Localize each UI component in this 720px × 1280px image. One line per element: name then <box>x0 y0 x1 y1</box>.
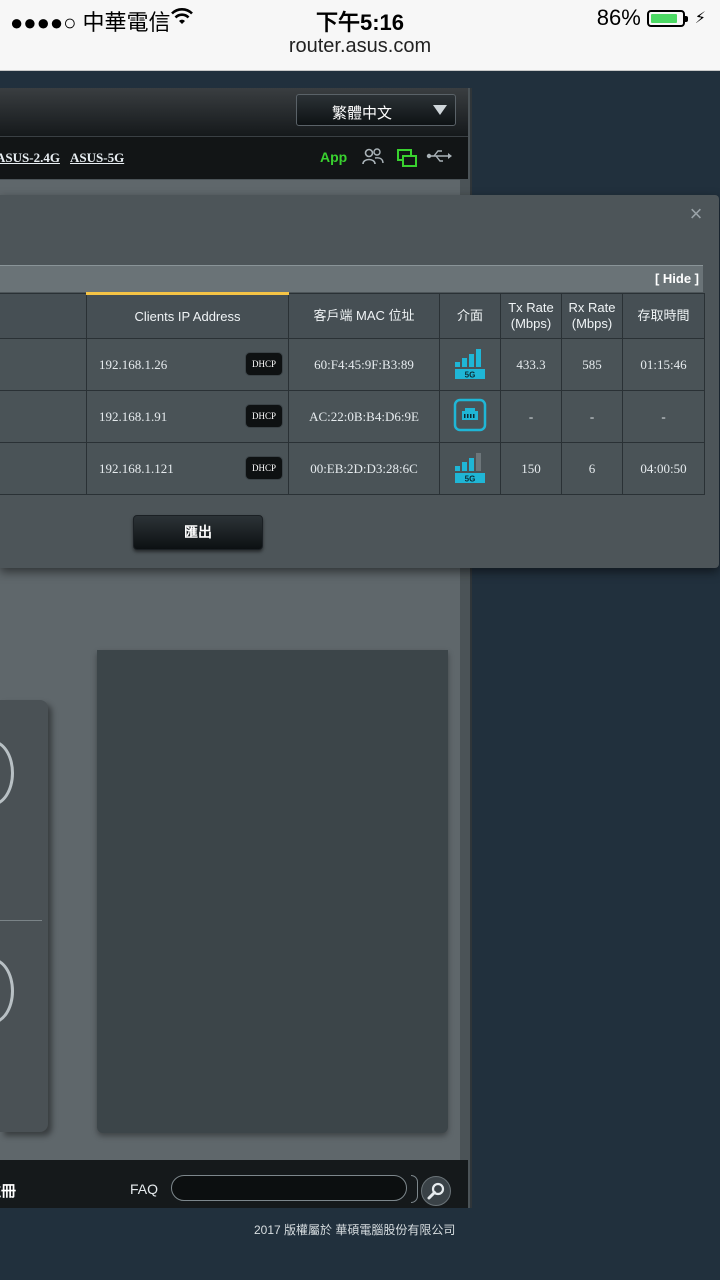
table-row: 192.168.1.91 DHCP AC:22:0B:B4:D6:9E - - - <box>0 390 705 443</box>
col-mac-header[interactable]: 客戶端 MAC 位址 <box>288 293 440 339</box>
ssid-5g-link[interactable]: ASUS-5G <box>70 150 124 166</box>
interface-cell <box>439 390 501 443</box>
ethernet-port-icon <box>453 398 487 431</box>
ip-cell: 192.168.1.91 DHCP <box>86 390 289 443</box>
interface-5g-label: 5G <box>465 474 476 483</box>
table-row: 192.168.1.26 DHCP 60:F4:45:9F:B3:89 5G 43… <box>0 338 705 391</box>
tx-cell: - <box>500 390 562 443</box>
modal-toolbar: [ Hide ] <box>0 265 703 292</box>
table-header-row: Clients IP Address 客戶端 MAC 位址 介面 Tx Rate… <box>0 292 705 339</box>
ip-value: 192.168.1.91 <box>99 408 168 424</box>
dhcp-badge: DHCP <box>245 404 283 428</box>
client-name-cell <box>0 390 87 443</box>
usb-icon[interactable] <box>426 147 452 170</box>
col-ip-header[interactable]: Clients IP Address <box>86 292 289 339</box>
copyright: 2017 版權屬於 華碩電腦股份有限公司 <box>254 1223 456 1237</box>
url-bar[interactable]: router.asus.com <box>0 35 720 58</box>
wifi-5g-signal-icon: 5G <box>455 348 485 379</box>
col-tx-header[interactable]: Tx Rate (Mbps) <box>500 293 562 339</box>
col-rx-header[interactable]: Rx Rate (Mbps) <box>561 293 623 339</box>
search-button[interactable] <box>421 1176 451 1206</box>
rx-cell: 6 <box>561 442 623 495</box>
ip-value: 192.168.1.26 <box>99 356 168 372</box>
export-button[interactable]: 匯出 <box>133 515 263 550</box>
ios-status-bar: ●●●●○ 中華電信 下午5:16 86% ⚡ router.asus.com <box>0 0 720 71</box>
mac-cell: 00:EB:2D:D3:28:6C <box>288 442 440 495</box>
users-icon[interactable] <box>362 147 384 172</box>
divider <box>0 920 42 921</box>
ip-value: 192.168.1.121 <box>99 460 174 476</box>
faq-input-edge <box>411 1175 418 1203</box>
faq-search-input[interactable] <box>171 1175 407 1201</box>
close-icon[interactable]: × <box>686 203 706 225</box>
client-name-cell <box>0 442 87 495</box>
network-map-card <box>0 700 48 1132</box>
client-list-modal: × [ Hide ] Clients IP Address 客戶端 MAC 位址… <box>0 195 719 568</box>
carrier-label: ●●●●○ 中華電信 <box>10 10 171 35</box>
ip-cell: 192.168.1.121 DHCP <box>86 442 289 495</box>
charging-bolt-icon: ⚡ <box>694 10 706 27</box>
app-link[interactable]: App <box>320 149 347 165</box>
client-circle-icon[interactable] <box>0 740 14 806</box>
battery-icon <box>646 9 688 27</box>
client-name-cell <box>0 338 87 391</box>
wifi-icon <box>170 6 194 31</box>
col-interface-header[interactable]: 介面 <box>439 293 501 339</box>
interface-5g-label: 5G <box>465 370 476 379</box>
language-value: 繁體中文 <box>331 105 392 122</box>
search-icon <box>427 1182 445 1200</box>
col-name-header <box>0 293 87 339</box>
ssid-24g-link[interactable]: ASUS-2.4G <box>0 150 60 166</box>
rx-cell: - <box>561 390 623 443</box>
register-link[interactable]: 註冊 <box>0 1180 16 1201</box>
rx-cell: 585 <box>561 338 623 391</box>
chevron-down-icon <box>433 105 447 115</box>
network-map-icon[interactable] <box>396 147 418 174</box>
client-table: Clients IP Address 客戶端 MAC 位址 介面 Tx Rate… <box>0 292 705 495</box>
status-panel <box>97 650 448 1133</box>
faq-label: FAQ <box>130 1181 159 1197</box>
battery-percent: 86% <box>596 5 641 30</box>
time-cell: - <box>622 390 705 443</box>
mac-cell: AC:22:0B:B4:D6:9E <box>288 390 440 443</box>
hide-link[interactable]: [ Hide ] <box>655 271 699 286</box>
usb-circle-icon[interactable] <box>0 958 14 1024</box>
battery-indicator: 86% ⚡ <box>597 5 706 31</box>
dhcp-badge: DHCP <box>245 456 283 480</box>
col-time-header[interactable]: 存取時間 <box>622 293 705 339</box>
time-cell: 04:00:50 <box>622 442 705 495</box>
interface-cell: 5G <box>439 442 501 495</box>
dhcp-badge: DHCP <box>245 352 283 376</box>
mac-cell: 60:F4:45:9F:B3:89 <box>288 338 440 391</box>
tx-cell: 433.3 <box>500 338 562 391</box>
language-select[interactable]: 繁體中文 <box>296 94 456 126</box>
table-row: 192.168.1.121 DHCP 00:EB:2D:D3:28:6C 5G 1… <box>0 442 705 495</box>
top-banner: 繁體中文 <box>0 88 468 136</box>
interface-cell: 5G <box>439 338 501 391</box>
wifi-5g-signal-icon: 5G <box>455 452 485 483</box>
tx-cell: 150 <box>500 442 562 495</box>
ip-cell: 192.168.1.26 DHCP <box>86 338 289 391</box>
time-cell: 01:15:46 <box>622 338 705 391</box>
ssid-bar: ASUS-2.4G ASUS-5G App <box>0 136 468 179</box>
